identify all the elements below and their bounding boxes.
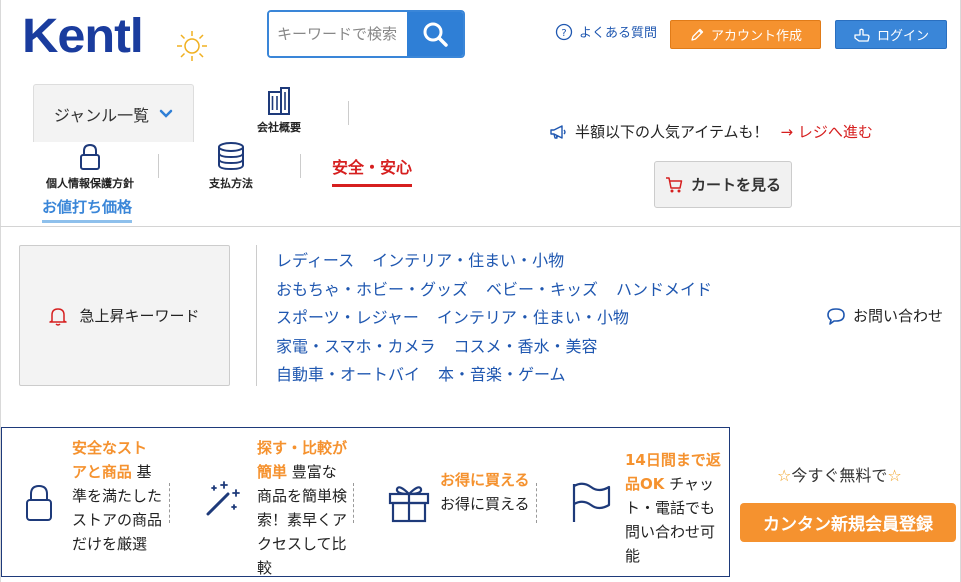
- feature-text: 14日間まで返品OK チャット・電話でも問い合わせ可能: [625, 448, 725, 568]
- view-cart-label: カートを見る: [690, 176, 781, 194]
- nav-privacy-label: 個人情報保護方針: [46, 177, 134, 190]
- category-link[interactable]: 自動車・オートバイ: [276, 365, 420, 384]
- genre-list-dropdown[interactable]: ジャンル一覧: [33, 84, 194, 142]
- sun-icon: [177, 31, 207, 61]
- category-link[interactable]: インテリア・住まい・小物: [437, 308, 629, 327]
- create-account-button[interactable]: アカウント作成: [670, 20, 821, 49]
- feature-divider: [536, 483, 537, 523]
- category-row: 自動車・オートバイ 本・音楽・ゲーム: [276, 361, 730, 390]
- search-button[interactable]: [407, 12, 463, 56]
- category-link[interactable]: おもちゃ・ホビー・グッズ: [276, 280, 468, 299]
- promo-banner: 半額以下の人気アイテムも！ → レジへ進む: [549, 121, 873, 142]
- svg-text:?: ?: [561, 28, 566, 39]
- star-icon: ☆: [887, 466, 902, 485]
- star-icon: ☆: [777, 466, 792, 485]
- bell-icon: [49, 307, 68, 326]
- checkout-link[interactable]: → レジへ進む: [781, 121, 873, 142]
- tab-safety[interactable]: 安全・安心: [332, 154, 413, 187]
- speech-bubble-icon: [827, 307, 845, 325]
- coins-stack-icon: [218, 142, 244, 171]
- tab-discount[interactable]: お値打ち価格: [42, 196, 133, 223]
- cart-icon: [665, 176, 683, 192]
- feature-item: 14日間まで返品OK チャット・電話でも問い合わせ可能: [557, 428, 727, 576]
- login-label: ログイン: [876, 29, 929, 44]
- trending-keywords-box: 急上昇キーワード: [19, 245, 230, 386]
- megaphone-icon: [550, 124, 566, 139]
- category-link[interactable]: ハンドメイド: [616, 280, 712, 299]
- feature-highlight: お得に買える: [440, 471, 530, 489]
- free-signup-label: 今すぐ無料で: [791, 466, 888, 485]
- category-link[interactable]: スポーツ・レジャー: [276, 308, 419, 327]
- category-link[interactable]: 本・音楽・ゲーム: [438, 365, 566, 384]
- category-row: スポーツ・レジャー インテリア・住まい・小物: [276, 304, 730, 333]
- trending-keywords-title: 急上昇キーワード: [79, 307, 200, 325]
- feature-item: お得に買える お得に買える: [372, 428, 542, 576]
- login-button[interactable]: ログイン: [835, 20, 947, 49]
- feature-body: お得に買える: [440, 495, 530, 513]
- pencil-icon: [691, 28, 704, 41]
- features-panel: 安全なストアと商品 基準を満たしたストアの商品だけを厳選 探す・比較が簡単 豊富…: [1, 427, 730, 577]
- magic-wand-icon: [206, 481, 240, 516]
- search-input[interactable]: [269, 12, 407, 56]
- nav-item-privacy[interactable]: 個人情報保護方針: [36, 143, 144, 191]
- create-account-label: アカウント作成: [710, 29, 802, 44]
- contact-label: お問い合わせ: [853, 307, 944, 325]
- lock-icon: [26, 484, 52, 521]
- gift-icon: [388, 486, 430, 523]
- genre-label: ジャンル一覧: [53, 105, 150, 125]
- keywords-divider: [256, 245, 257, 386]
- category-link[interactable]: 家電・スマホ・カメラ: [276, 337, 436, 356]
- lock-icon: [80, 143, 100, 170]
- flag-icon: [572, 482, 611, 522]
- search-icon: [423, 22, 448, 47]
- category-row: 家電・スマホ・カメラ コスメ・香水・美容: [276, 333, 730, 362]
- faq-link[interactable]: ? よくある質問: [555, 22, 657, 41]
- faq-label: よくある質問: [579, 26, 658, 41]
- category-link[interactable]: コスメ・香水・美容: [454, 337, 598, 356]
- feature-text: 探す・比較が簡単 豊富な商品を簡単検索！素早くアクセスして比較: [257, 436, 347, 580]
- feature-divider: [353, 483, 354, 523]
- promo-text: 半額以下の人気アイテムも！: [575, 123, 769, 141]
- search-bar: [267, 10, 465, 58]
- nav-item-company[interactable]: 会社概要: [246, 86, 312, 135]
- contact-link[interactable]: お問い合わせ: [826, 305, 943, 326]
- feature-text: お得に買える お得に買える: [440, 468, 540, 516]
- nav-divider: [348, 101, 349, 125]
- category-links: レディース インテリア・住まい・小物 おもちゃ・ホビー・グッズ ベビー・キッズ ハンド…: [276, 247, 730, 390]
- feature-item: 安全なストアと商品 基準を満たしたストアの商品だけを厳選: [2, 428, 172, 576]
- help-circle-icon: ?: [555, 23, 573, 40]
- hand-pointer-icon: [854, 28, 870, 42]
- register-button[interactable]: カンタン新規会員登録: [740, 503, 956, 542]
- nav-company-label: 会社概要: [257, 121, 301, 134]
- building-icon: [268, 87, 290, 115]
- nav-divider: [300, 154, 301, 178]
- nav-item-payment[interactable]: 支払方法: [200, 141, 262, 191]
- nav-payment-label: 支払方法: [209, 177, 253, 190]
- site-logo[interactable]: Kentl: [22, 12, 144, 62]
- chevron-down-icon: [159, 109, 173, 118]
- category-link[interactable]: レディース: [276, 251, 354, 270]
- nav-divider: [158, 154, 159, 178]
- view-cart-button[interactable]: カートを見る: [654, 161, 792, 208]
- category-link[interactable]: インテリア・住まい・小物: [372, 251, 564, 270]
- category-link[interactable]: ベビー・キッズ: [486, 280, 598, 299]
- category-row: おもちゃ・ホビー・グッズ ベビー・キッズ ハンドメイド: [276, 276, 730, 305]
- free-signup-text: ☆今すぐ無料で☆: [777, 462, 902, 486]
- section-divider: [0, 226, 961, 227]
- feature-text: 安全なストアと商品 基準を満たしたストアの商品だけを厳選: [72, 436, 162, 556]
- category-row: レディース インテリア・住まい・小物: [276, 247, 730, 276]
- feature-item: 探す・比較が簡単 豊富な商品を簡単検索！素早くアクセスして比較: [187, 428, 357, 577]
- feature-divider: [169, 483, 170, 523]
